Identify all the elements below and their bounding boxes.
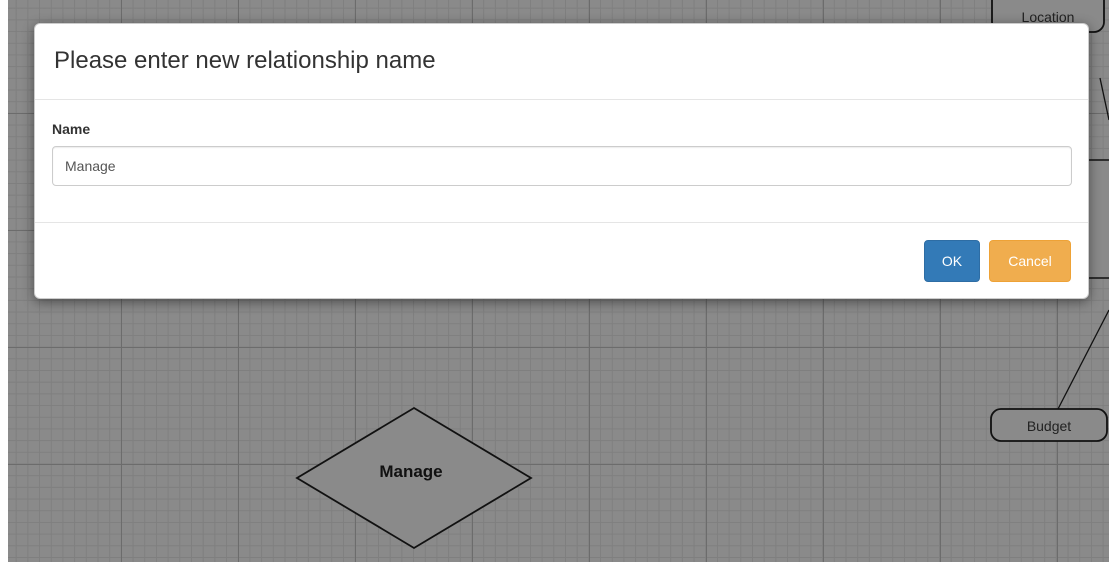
connector-line: [1099, 77, 1109, 121]
entity-budget-label: Budget: [1027, 418, 1071, 434]
modal-footer: OK Cancel: [924, 240, 1071, 282]
rename-relationship-dialog: Please enter new relationship name Name …: [34, 23, 1089, 299]
relationship-manage[interactable]: Manage: [295, 406, 533, 550]
ok-button[interactable]: OK: [924, 240, 980, 282]
entity-budget[interactable]: Budget: [990, 408, 1108, 442]
modal-title: Please enter new relationship name: [54, 47, 436, 74]
name-label: Name: [52, 121, 91, 137]
modal-body: Name: [35, 100, 1088, 223]
name-input[interactable]: [52, 146, 1072, 186]
relationship-manage-label: Manage: [379, 462, 442, 481]
connector-line: [1057, 309, 1109, 410]
modal-header: Please enter new relationship name: [35, 24, 1088, 100]
cancel-button[interactable]: Cancel: [989, 240, 1071, 282]
